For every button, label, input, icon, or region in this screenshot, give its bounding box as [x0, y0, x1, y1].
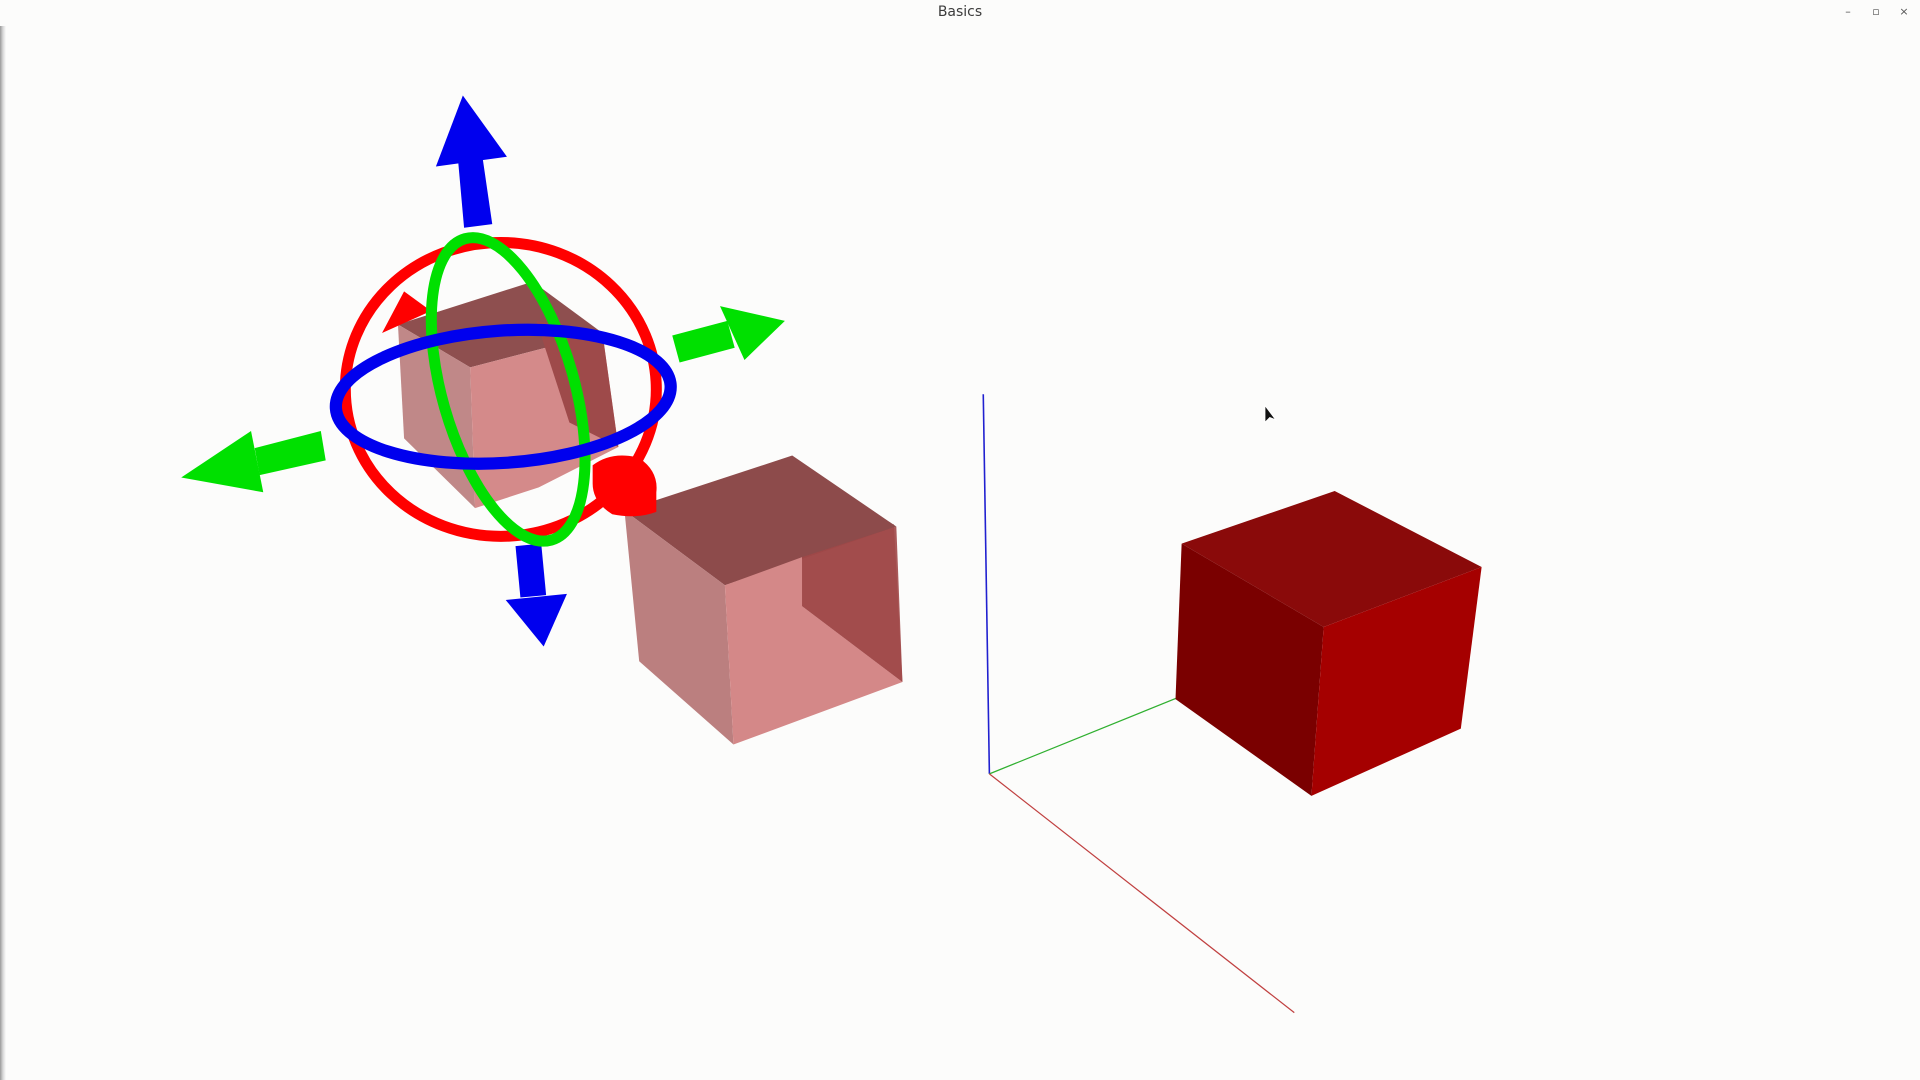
translate-arrow-down[interactable] — [505, 543, 567, 647]
translate-arrow-left[interactable] — [181, 431, 326, 493]
z-axis-line — [982, 394, 991, 774]
translate-arrow-up[interactable] — [435, 95, 507, 228]
solid-cube[interactable] — [1175, 491, 1482, 796]
app-window: Basics – ▫ × — [0, 0, 1920, 1080]
3d-viewport[interactable] — [0, 0, 1920, 1080]
translucent-cube[interactable] — [624, 455, 903, 745]
translate-arrow-right[interactable] — [672, 306, 785, 363]
x-axis-line — [989, 773, 1295, 1014]
mouse-pointer-icon — [1264, 403, 1278, 424]
